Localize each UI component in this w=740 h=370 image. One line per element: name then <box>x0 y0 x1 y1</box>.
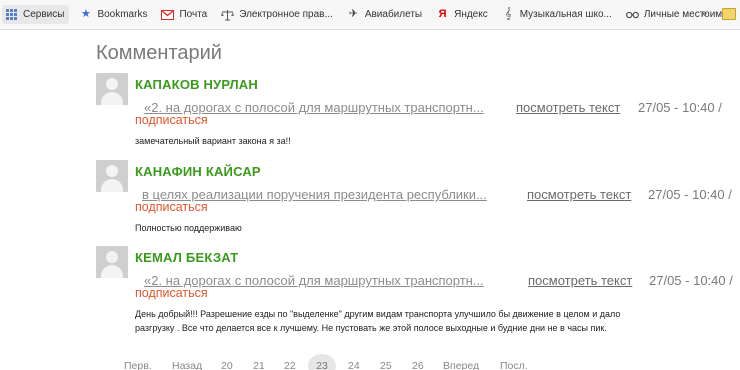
bookmark-label: Авиабилеты <box>364 9 423 20</box>
comment-date: 27/05 - 10:40 / <box>638 100 722 115</box>
bookmark-e-gov[interactable]: Электронное прав... <box>221 8 333 21</box>
bookmark-label: Музыкальная шко... <box>519 9 612 20</box>
subscribe-link[interactable]: подписаться <box>135 113 208 127</box>
pager-page-current[interactable]: 23 <box>308 354 336 370</box>
comment-author[interactable]: КАПАКОВ НУРЛАН <box>135 77 258 92</box>
bookmark-yandex[interactable]: Я Яндекс <box>436 8 488 21</box>
bookmark-bookmarks[interactable]: ★ Bookmarks <box>79 8 147 21</box>
yandex-icon: Я <box>438 8 447 20</box>
gmail-icon <box>161 8 175 21</box>
view-text-link[interactable]: посмотреть текст <box>528 273 632 288</box>
page-title: Комментарий <box>96 42 222 64</box>
bookmark-label: Яндекс <box>454 9 488 20</box>
pagination: Перв. Назад 20 21 22 23 24 25 26 Вперед … <box>96 354 740 370</box>
bookmark-label: Почта <box>179 9 208 20</box>
pager-page[interactable]: 26 <box>412 360 424 370</box>
airplane-icon: ✈ <box>348 8 358 20</box>
comment-date: 27/05 - 10:40 / <box>648 187 732 202</box>
comment-text-line: День добрый!!! Разрешение езды по "выдел… <box>135 309 621 319</box>
comment-author[interactable]: КАНАФИН КАЙСАР <box>135 164 261 179</box>
bookmark-label: Электронное прав... <box>239 9 333 20</box>
pager-page[interactable]: 21 <box>253 360 265 370</box>
pager-prev[interactable]: Назад <box>172 360 202 370</box>
bookmarks-bar: Сервисы ★ Bookmarks Почта Электронное пр… <box>0 0 740 30</box>
pager-next[interactable]: Вперед <box>443 360 479 370</box>
scales-icon <box>221 8 235 21</box>
bookmark-music-school[interactable]: 𝄞 Музыкальная шко... <box>502 8 612 21</box>
subscribe-link[interactable]: подписаться <box>135 200 208 214</box>
bookmark-label: Сервисы <box>23 9 65 20</box>
pager-last[interactable]: Посл. <box>500 360 528 370</box>
comment-author[interactable]: КЕМАЛ БЕКЗАТ <box>135 250 238 265</box>
view-text-link[interactable]: посмотреть текст <box>527 187 631 202</box>
pager-page[interactable]: 25 <box>380 360 392 370</box>
treble-clef-icon: 𝄞 <box>504 8 512 20</box>
pager-page[interactable]: 24 <box>348 360 360 370</box>
other-bookmarks-folder-icon[interactable] <box>722 8 736 20</box>
view-text-link[interactable]: посмотреть текст <box>516 100 620 115</box>
bookmark-flights[interactable]: ✈ Авиабилеты <box>347 8 422 21</box>
pager-first[interactable]: Перв. <box>124 360 152 370</box>
subscribe-link[interactable]: подписаться <box>135 286 208 300</box>
pager-page[interactable]: 20 <box>221 360 233 370</box>
comment-text: Полностью поддерживаю <box>135 223 242 233</box>
bookmark-pronouns[interactable]: Личные местоиме... <box>625 8 736 21</box>
star-icon: ★ <box>81 8 91 20</box>
bookmark-mail[interactable]: Почта <box>161 8 207 21</box>
comment-text: замечательный вариант закона я за!! <box>135 136 291 146</box>
bookmark-label: Bookmarks <box>97 9 148 20</box>
glasses-icon <box>625 8 639 21</box>
comment-text-line: разгрузку . Все что делается все к лучше… <box>135 323 607 333</box>
comments-section: Комментарий КАПАКОВ НУРЛАН «2. на дорога… <box>96 30 740 370</box>
bookmark-services[interactable]: Сервисы <box>2 5 70 24</box>
comment-date: 27/05 - 10:40 / <box>649 273 733 288</box>
bookmarks-overflow-button[interactable]: » <box>701 8 707 20</box>
pager-page[interactable]: 22 <box>284 360 296 370</box>
apps-grid-icon <box>5 8 18 21</box>
comment-text: День добрый!!! Разрешение езды по "выдел… <box>135 307 620 335</box>
